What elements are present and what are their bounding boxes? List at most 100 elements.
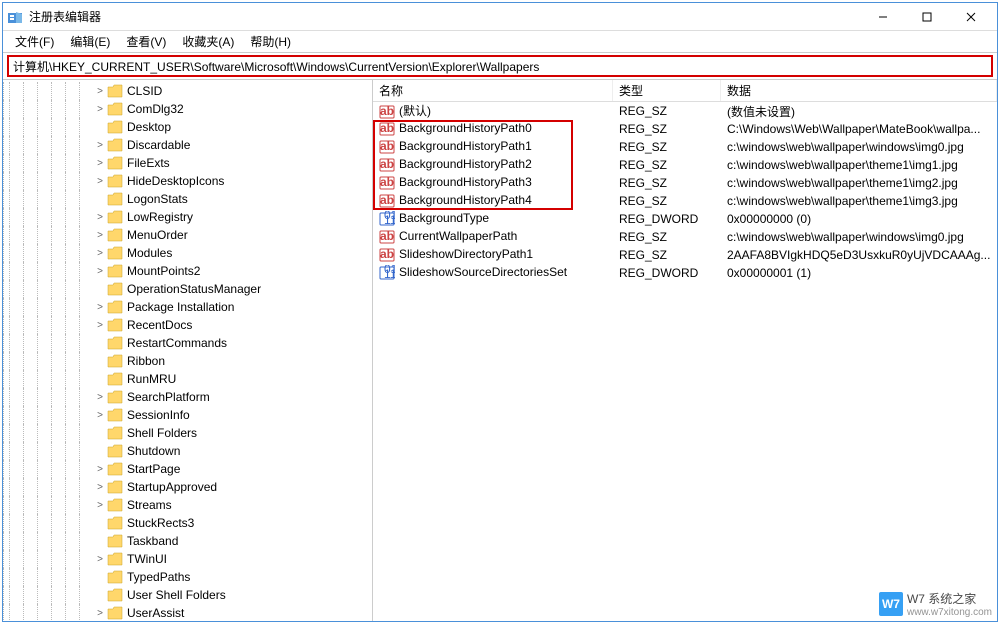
expander-icon[interactable]: > — [93, 156, 107, 170]
tree-item[interactable]: RunMRU — [3, 370, 372, 388]
expander-icon[interactable]: > — [93, 138, 107, 152]
expander-icon[interactable] — [93, 354, 107, 368]
expander-icon[interactable] — [93, 444, 107, 458]
list-row[interactable]: abSlideshowDirectoryPath1REG_SZ2AAFA8BVI… — [373, 246, 997, 264]
tree-label: ComDlg32 — [127, 102, 184, 116]
tree-item[interactable]: >MenuOrder — [3, 226, 372, 244]
tree-item[interactable]: >MountPoints2 — [3, 262, 372, 280]
expander-icon[interactable] — [93, 372, 107, 386]
list-row[interactable]: abBackgroundHistoryPath3REG_SZc:\windows… — [373, 174, 997, 192]
expander-icon[interactable]: > — [93, 318, 107, 332]
tree-label: TWinUI — [127, 552, 167, 566]
menu-view[interactable]: 查看(V) — [118, 31, 174, 52]
tree-item[interactable]: >HideDesktopIcons — [3, 172, 372, 190]
maximize-button[interactable] — [905, 5, 949, 29]
tree-item[interactable]: >StartPage — [3, 460, 372, 478]
expander-icon[interactable]: > — [93, 462, 107, 476]
list-row[interactable]: 011110BackgroundTypeREG_DWORD0x00000000 … — [373, 210, 997, 228]
tree-item[interactable]: TypedPaths — [3, 568, 372, 586]
tree-item[interactable]: > ComDlg32 — [3, 100, 372, 118]
tree-item[interactable]: >SessionInfo — [3, 406, 372, 424]
tree-item[interactable]: >CLSID — [3, 82, 372, 100]
tree-item[interactable]: LogonStats — [3, 190, 372, 208]
expander-icon[interactable]: > — [93, 228, 107, 242]
list-row[interactable]: abCurrentWallpaperPathREG_SZc:\windows\w… — [373, 228, 997, 246]
folder-icon — [107, 498, 123, 512]
expander-icon[interactable]: > — [93, 210, 107, 224]
value-type: REG_SZ — [613, 248, 721, 262]
tree-item[interactable]: RestartCommands — [3, 334, 372, 352]
expander-icon[interactable]: > — [93, 102, 107, 116]
col-header-name[interactable]: 名称 — [373, 80, 613, 101]
tree-item[interactable]: Shell Folders — [3, 424, 372, 442]
tree-pane[interactable]: >CLSID>ComDlg32Desktop>Discardable>FileE… — [3, 80, 373, 621]
expander-icon[interactable]: > — [93, 498, 107, 512]
tree-item[interactable]: Taskband — [3, 532, 372, 550]
expander-icon[interactable] — [93, 336, 107, 350]
list-row[interactable]: 011110SlideshowSourceDirectoriesSetREG_D… — [373, 264, 997, 282]
value-type: REG_SZ — [613, 140, 721, 154]
minimize-button[interactable] — [861, 5, 905, 29]
value-data: c:\windows\web\wallpaper\windows\img0.jp… — [721, 140, 997, 154]
value-data: 0x00000001 (1) — [721, 266, 997, 280]
tree-item[interactable]: >FileExts — [3, 154, 372, 172]
tree-item[interactable]: > TWinUI — [3, 550, 372, 568]
tree-item[interactable]: StuckRects3 — [3, 514, 372, 532]
tree-label: Ribbon — [127, 354, 165, 368]
expander-icon[interactable] — [93, 426, 107, 440]
expander-icon[interactable] — [93, 570, 107, 584]
expander-icon[interactable] — [93, 192, 107, 206]
expander-icon[interactable] — [93, 534, 107, 548]
col-header-type[interactable]: 类型 — [613, 80, 721, 101]
col-header-data[interactable]: 数据 — [721, 80, 997, 101]
menu-favorites[interactable]: 收藏夹(A) — [174, 31, 242, 52]
expander-icon[interactable] — [93, 120, 107, 134]
tree-item[interactable]: >RecentDocs — [3, 316, 372, 334]
expander-icon[interactable]: > — [93, 606, 107, 620]
folder-icon — [107, 156, 123, 170]
list-body[interactable]: ab(默认)REG_SZ(数值未设置)abBackgroundHistoryPa… — [373, 102, 997, 621]
expander-icon[interactable]: > — [93, 300, 107, 314]
expander-icon[interactable]: > — [93, 174, 107, 188]
tree-label: RestartCommands — [127, 336, 227, 350]
tree-item[interactable]: >UserAssist — [3, 604, 372, 621]
expander-icon[interactable]: > — [93, 480, 107, 494]
expander-icon[interactable] — [93, 588, 107, 602]
tree-item[interactable]: >Streams — [3, 496, 372, 514]
tree-item[interactable]: >LowRegistry — [3, 208, 372, 226]
list-row[interactable]: abBackgroundHistoryPath1REG_SZc:\windows… — [373, 138, 997, 156]
svg-text:ab: ab — [380, 175, 394, 189]
folder-icon — [107, 444, 123, 458]
tree-item[interactable]: Ribbon — [3, 352, 372, 370]
tree-item[interactable]: >SearchPlatform — [3, 388, 372, 406]
expander-icon[interactable]: > — [93, 552, 107, 566]
tree-item[interactable]: >StartupApproved — [3, 478, 372, 496]
value-name: BackgroundHistoryPath2 — [399, 157, 532, 171]
expander-icon[interactable] — [93, 282, 107, 296]
list-row[interactable]: abBackgroundHistoryPath0REG_SZC:\Windows… — [373, 120, 997, 138]
expander-icon[interactable]: > — [93, 390, 107, 404]
address-bar[interactable]: 计算机\HKEY_CURRENT_USER\Software\Microsoft… — [7, 55, 993, 77]
menu-file[interactable]: 文件(F) — [7, 31, 62, 52]
tree-item[interactable]: >Modules — [3, 244, 372, 262]
close-button[interactable] — [949, 5, 993, 29]
tree-item[interactable]: User Shell Folders — [3, 586, 372, 604]
watermark: W7 W7 系统之家 www.w7xitong.com — [879, 590, 992, 618]
tree-item[interactable]: Shutdown — [3, 442, 372, 460]
expander-icon[interactable]: > — [93, 264, 107, 278]
expander-icon[interactable]: > — [93, 84, 107, 98]
menu-edit[interactable]: 编辑(E) — [62, 31, 118, 52]
list-row[interactable]: ab(默认)REG_SZ(数值未设置) — [373, 102, 997, 120]
menu-help[interactable]: 帮助(H) — [242, 31, 299, 52]
folder-icon — [107, 372, 123, 386]
list-row[interactable]: abBackgroundHistoryPath2REG_SZc:\windows… — [373, 156, 997, 174]
tree-item[interactable]: OperationStatusManager — [3, 280, 372, 298]
expander-icon[interactable]: > — [93, 246, 107, 260]
expander-icon[interactable]: > — [93, 408, 107, 422]
tree-label: Desktop — [127, 120, 171, 134]
tree-item[interactable]: >Package Installation — [3, 298, 372, 316]
list-row[interactable]: abBackgroundHistoryPath4REG_SZc:\windows… — [373, 192, 997, 210]
tree-item[interactable]: >Discardable — [3, 136, 372, 154]
expander-icon[interactable] — [93, 516, 107, 530]
tree-item[interactable]: Desktop — [3, 118, 372, 136]
